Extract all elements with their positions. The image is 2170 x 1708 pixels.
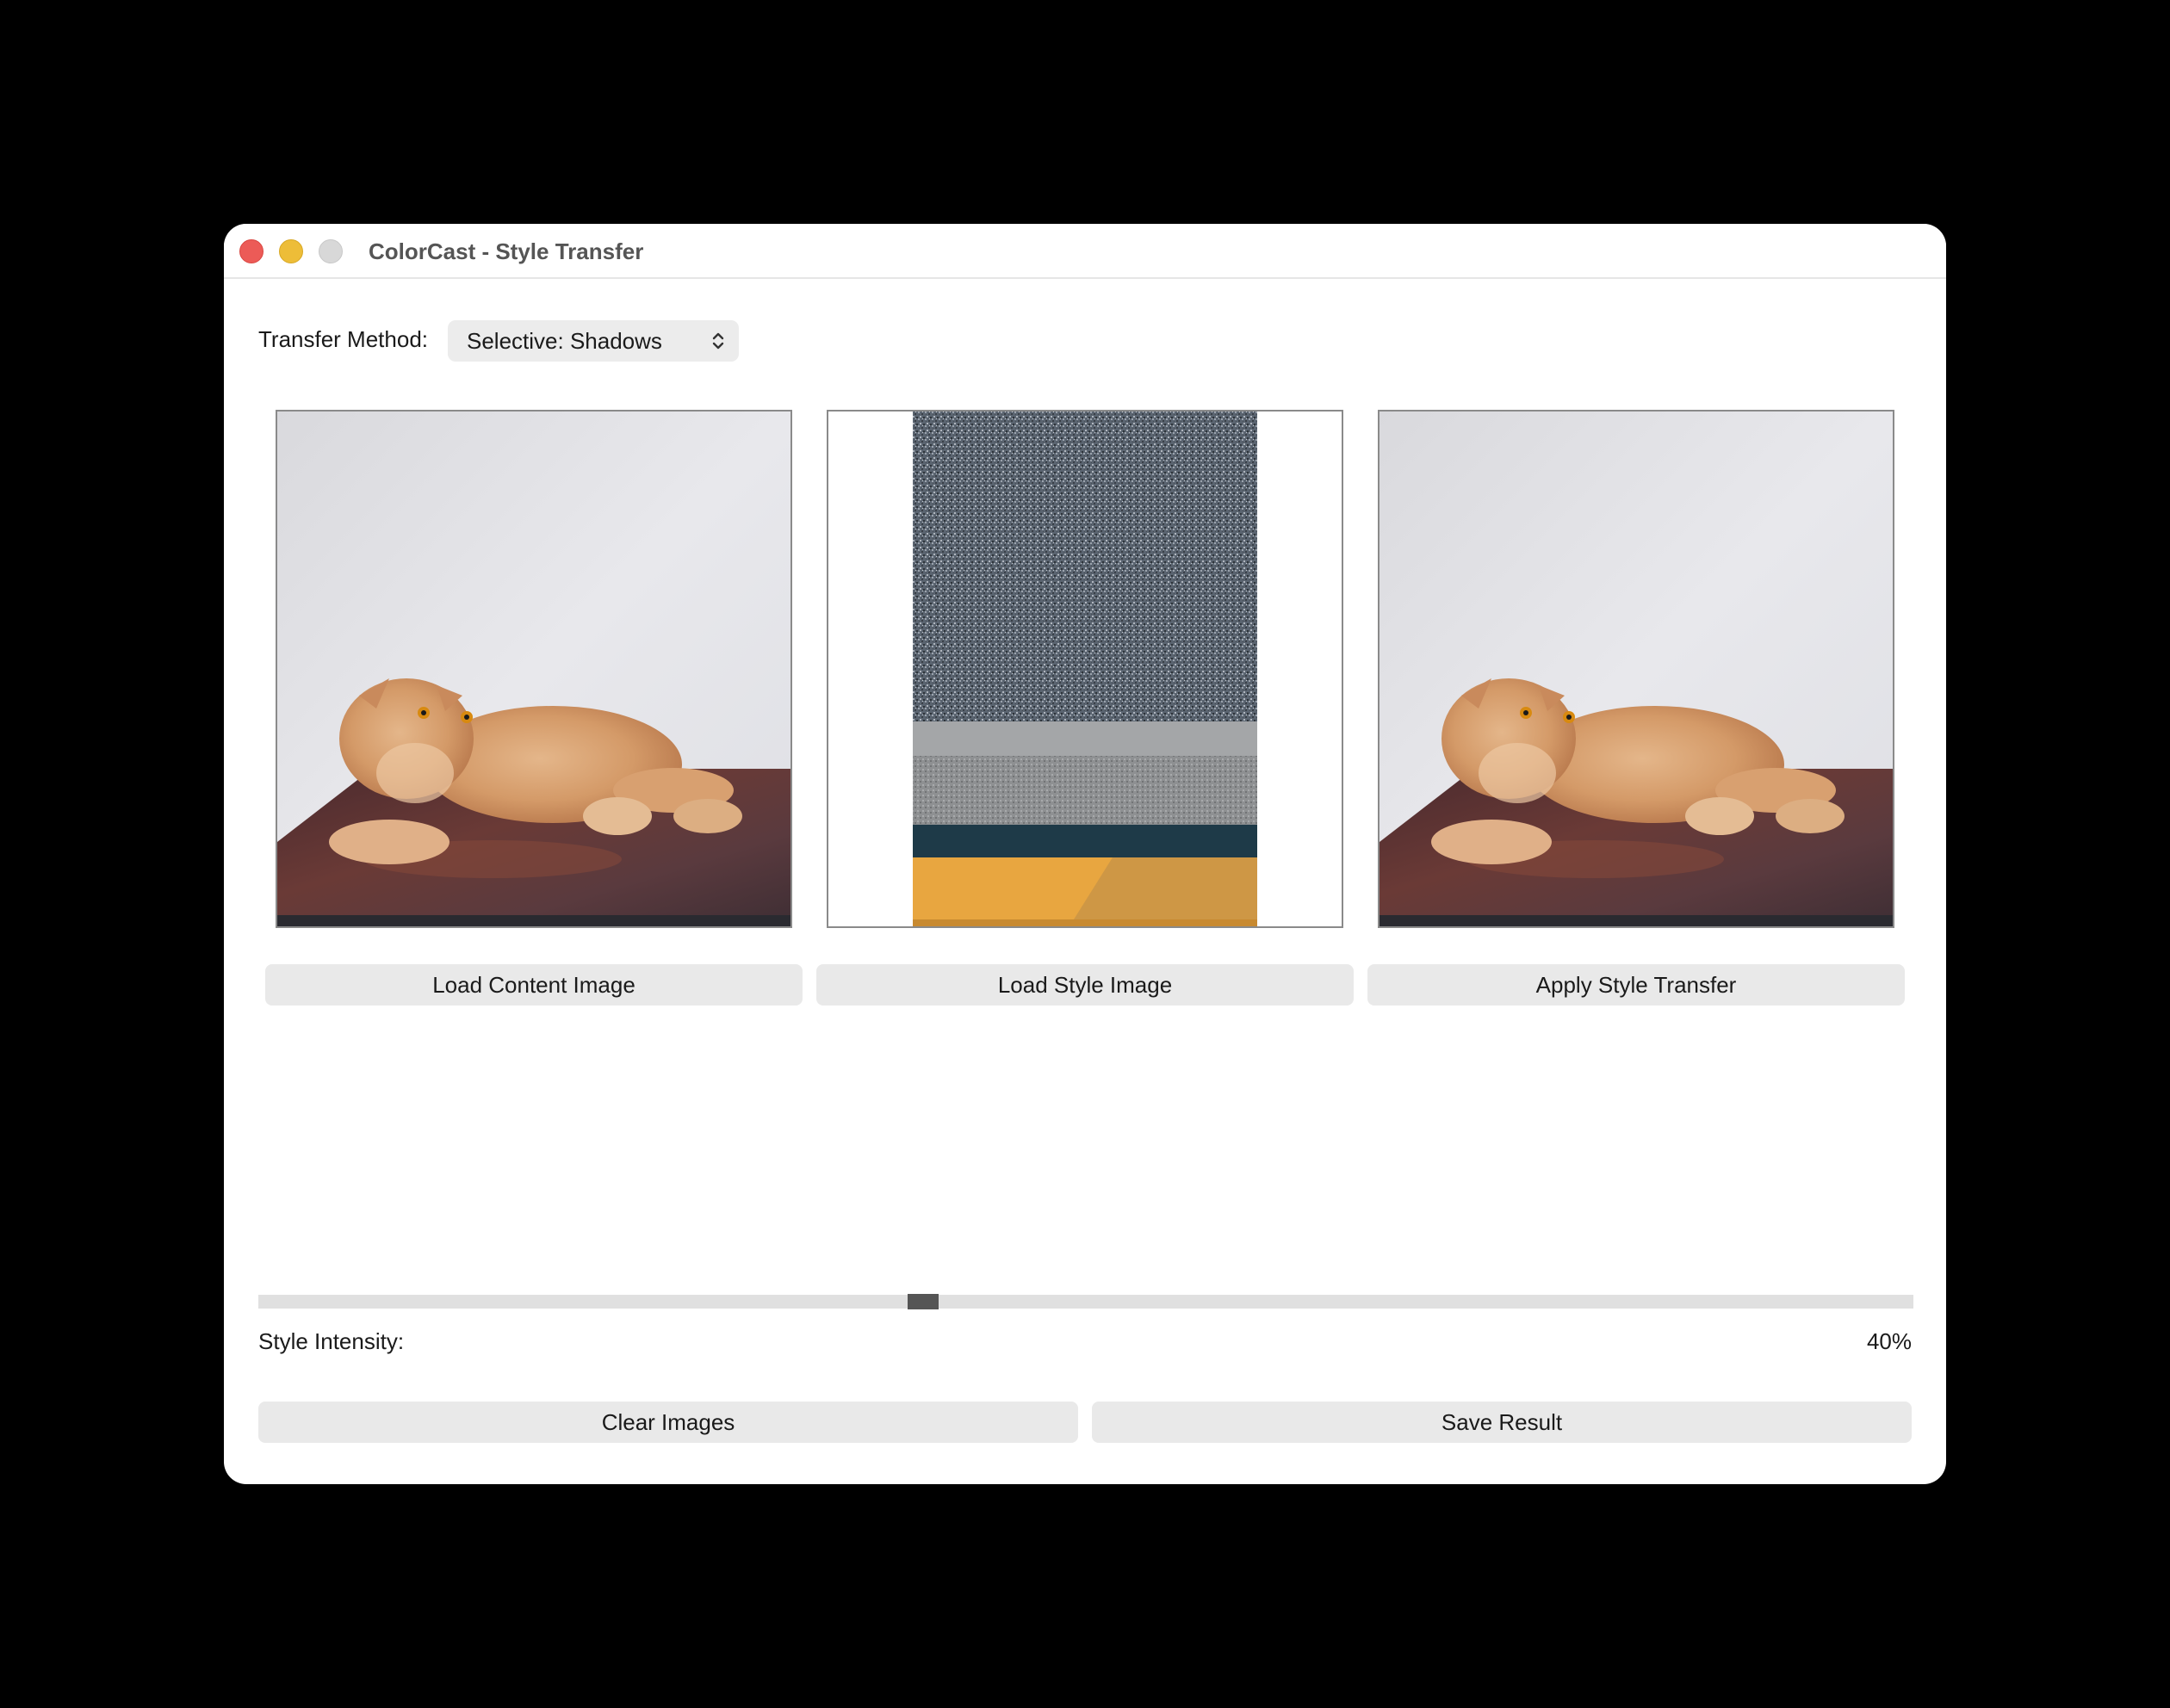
result-image-panel[interactable] (1378, 410, 1894, 928)
close-window-button[interactable] (239, 239, 264, 263)
style-intensity-slider[interactable] (258, 1295, 1913, 1309)
title-bar[interactable]: ColorCast - Style Transfer (224, 224, 1946, 279)
style-image-panel[interactable] (827, 410, 1343, 928)
cat-photo-image (277, 412, 790, 926)
load-style-image-button[interactable]: Load Style Image (816, 964, 1354, 1006)
style-intensity-value: 40% (1866, 1328, 1912, 1354)
cat-photo-styled-image (1380, 412, 1893, 926)
style-intensity-label: Style Intensity: (258, 1328, 405, 1354)
window-title: ColorCast - Style Transfer (369, 238, 644, 264)
chevron-up-down-icon (712, 332, 724, 350)
minimize-window-button[interactable] (279, 239, 303, 263)
transfer-method-label: Transfer Method: (258, 326, 429, 352)
content-image-panel[interactable] (276, 410, 792, 928)
transfer-method-select[interactable]: Selective: Shadows (448, 320, 739, 362)
clear-images-button[interactable]: Clear Images (258, 1402, 1078, 1443)
apply-style-transfer-button[interactable]: Apply Style Transfer (1367, 964, 1905, 1006)
slider-thumb[interactable] (908, 1294, 939, 1309)
save-result-button[interactable]: Save Result (1092, 1402, 1912, 1443)
app-window: ColorCast - Style Transfer Transfer Meth… (224, 224, 1946, 1484)
transfer-method-value: Selective: Shadows (467, 328, 662, 354)
load-content-image-button[interactable]: Load Content Image (265, 964, 803, 1006)
zoom-window-button[interactable] (319, 239, 343, 263)
concrete-texture-image (828, 412, 1342, 926)
